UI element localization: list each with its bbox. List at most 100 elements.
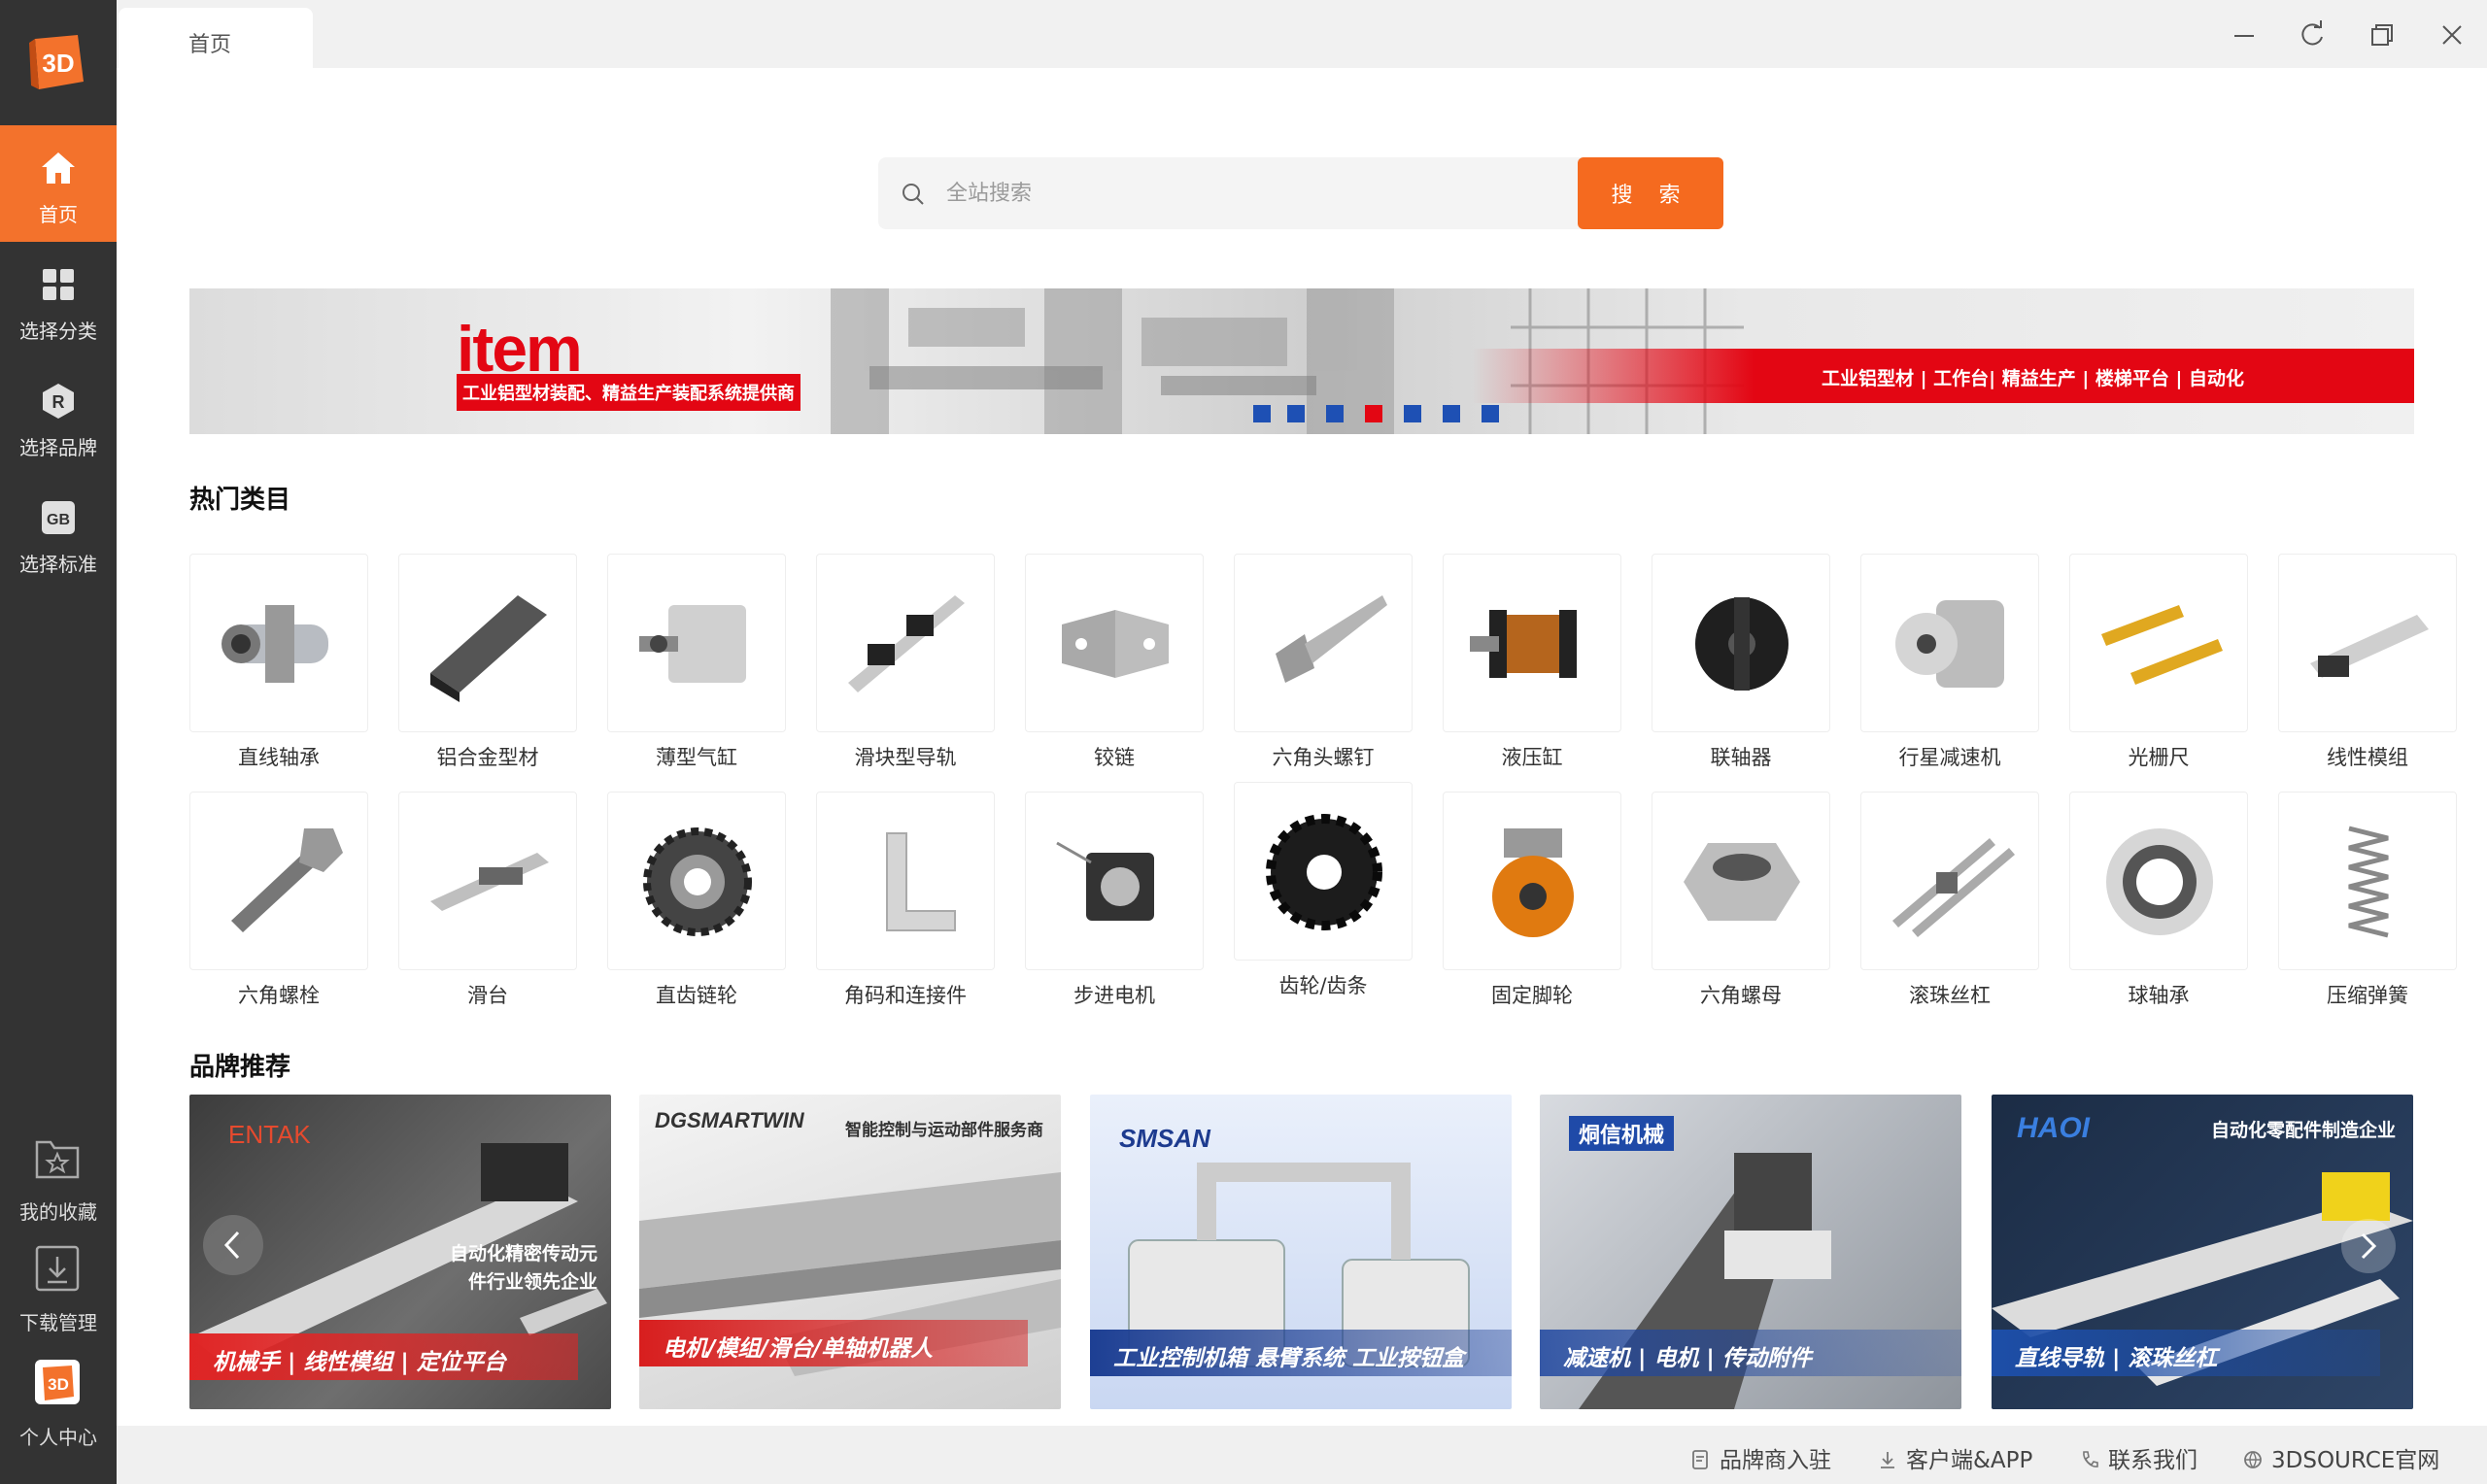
hydraulic-cylinder-icon bbox=[1470, 610, 1577, 678]
hot-categories-title: 热门类目 bbox=[189, 486, 291, 515]
brand-slogan: 自动化精密传动元件行业领先企业 bbox=[449, 1243, 597, 1293]
category-thumbnail bbox=[2069, 554, 2248, 732]
category-card[interactable]: 角码和连接件 bbox=[816, 792, 995, 1009]
sidebar-profile[interactable]: 3D 个人中心 bbox=[0, 1358, 117, 1465]
footer-link-brand-join[interactable]: 品牌商入驻 bbox=[1690, 1441, 1831, 1474]
footer-bar: 品牌商入驻 客户端&APP 联系我们 3DSOURCE官网 bbox=[117, 1426, 2487, 1484]
category-label: 光栅尺 bbox=[2128, 746, 2190, 769]
category-card[interactable]: 固定脚轮 bbox=[1443, 792, 1621, 1009]
brand-name: 烔信机械 bbox=[1569, 1116, 1675, 1151]
title-bar: 首页 bbox=[117, 0, 2487, 68]
category-card[interactable]: 球轴承 bbox=[2069, 792, 2248, 1009]
sidebar-item-label: 首页 bbox=[39, 203, 78, 226]
category-card[interactable]: 薄型气缸 bbox=[607, 554, 786, 771]
category-label: 六角螺母 bbox=[1700, 984, 1782, 1007]
category-card[interactable]: 联轴器 bbox=[1652, 554, 1830, 771]
brand-card-dgsmartwin[interactable]: DGSMARTWIN 智能控制与运动部件服务商 电机/模组/滑台/单轴机器人 bbox=[639, 1095, 1061, 1409]
brand-tag: 智能控制与运动部件服务商 bbox=[845, 1121, 1043, 1140]
coupling-icon bbox=[1695, 597, 1789, 691]
favorites-label: 我的收藏 bbox=[19, 1200, 97, 1224]
download-icon bbox=[35, 1245, 80, 1292]
refresh-icon[interactable] bbox=[2291, 14, 2334, 56]
banner-subtitle: 工业铝型材装配、精益生产装配系统提供商 bbox=[457, 374, 801, 411]
aluminum-profile-icon bbox=[430, 595, 547, 702]
sidebar-item-home[interactable]: 首页 bbox=[0, 125, 117, 242]
category-card[interactable]: 光栅尺 bbox=[2069, 554, 2248, 771]
category-label: 球轴承 bbox=[2128, 984, 2190, 1007]
category-card[interactable]: 压缩弹簧 bbox=[2278, 792, 2457, 1009]
category-thumbnail bbox=[1234, 554, 1413, 732]
category-thumbnail bbox=[2278, 792, 2457, 970]
category-thumbnail bbox=[1443, 554, 1621, 732]
category-thumbnail bbox=[2069, 792, 2248, 970]
linear-module-icon bbox=[2310, 615, 2429, 678]
category-thumbnail bbox=[816, 554, 995, 732]
linear-guide-icon bbox=[848, 595, 965, 692]
category-card[interactable]: 滑台 bbox=[398, 792, 577, 1009]
downloads-label: 下载管理 bbox=[19, 1311, 97, 1334]
category-label: 铝合金型材 bbox=[436, 746, 539, 769]
category-card[interactable]: 六角螺栓 bbox=[189, 792, 368, 1009]
category-card[interactable]: 线性模组 bbox=[2278, 554, 2457, 771]
category-thumbnail bbox=[189, 792, 368, 970]
brand-card-tongxin[interactable]: 烔信机械 减速机 | 电机 | 传动附件 bbox=[1540, 1095, 1961, 1409]
category-thumbnail bbox=[189, 554, 368, 732]
category-card[interactable]: 铰链 bbox=[1025, 554, 1204, 771]
brand-strip: 工业控制机箱 悬臂系统 工业按钮盒 bbox=[1090, 1330, 1512, 1376]
profile-3d-icon: 3D bbox=[35, 1360, 80, 1404]
category-label: 齿轮/齿条 bbox=[1278, 974, 1368, 997]
brand-card-smsan[interactable]: SMSAN 工业控制机箱 悬臂系统 工业按钮盒 bbox=[1090, 1095, 1512, 1409]
sidebar-favorites[interactable]: 我的收藏 bbox=[0, 1132, 117, 1239]
category-card[interactable]: 齿轮/齿条 bbox=[1234, 782, 1413, 999]
category-card[interactable]: 六角头螺钉 bbox=[1234, 554, 1413, 771]
footer-link-contact[interactable]: 联系我们 bbox=[2079, 1441, 2197, 1474]
category-label: 压缩弹簧 bbox=[2327, 984, 2408, 1007]
tab-home[interactable]: 首页 bbox=[119, 8, 313, 68]
category-card[interactable]: 六角螺母 bbox=[1652, 792, 1830, 1009]
category-card[interactable]: 直线轴承 bbox=[189, 554, 368, 771]
banner-tagline: 工业铝型材 | 工作台| 精益生产 | 楼梯平台 | 自动化 bbox=[1472, 349, 2414, 403]
category-thumbnail bbox=[1443, 792, 1621, 970]
search-input[interactable] bbox=[946, 157, 1471, 229]
carousel-next-button[interactable] bbox=[2341, 1219, 2396, 1273]
fixed-caster-icon bbox=[1492, 828, 1574, 937]
globe-icon bbox=[2244, 1451, 2262, 1469]
minimize-icon[interactable] bbox=[2223, 14, 2266, 56]
brand-strip: 机械手 | 线性模组 | 定位平台 bbox=[189, 1333, 578, 1380]
category-thumbnail bbox=[816, 792, 995, 970]
sidebar-item-categories[interactable]: 选择分类 bbox=[0, 242, 117, 358]
app-logo[interactable]: 3D bbox=[27, 33, 87, 93]
hex-bolt-icon bbox=[231, 828, 343, 932]
category-card[interactable]: 铝合金型材 bbox=[398, 554, 577, 771]
close-icon[interactable] bbox=[2431, 14, 2473, 56]
category-card[interactable]: 步进电机 bbox=[1025, 792, 1204, 1009]
category-card[interactable]: 滑块型导轨 bbox=[816, 554, 995, 771]
category-card[interactable]: 液压缸 bbox=[1443, 554, 1621, 771]
category-label: 滑台 bbox=[467, 984, 508, 1007]
restore-icon[interactable] bbox=[2361, 14, 2403, 56]
carousel-prev-button[interactable] bbox=[203, 1215, 263, 1275]
planetary-reducer-icon bbox=[1895, 600, 2004, 688]
hex-nut-icon bbox=[1684, 843, 1800, 921]
category-card[interactable]: 行星减速机 bbox=[1860, 554, 2039, 771]
sidebar-item-brands[interactable]: R 选择品牌 bbox=[0, 358, 117, 475]
category-card[interactable]: 直齿链轮 bbox=[607, 792, 786, 1009]
category-label: 固定脚轮 bbox=[1491, 984, 1573, 1007]
footer-link-official-site[interactable]: 3DSOURCE官网 bbox=[2242, 1441, 2439, 1474]
sidebar-item-standards[interactable]: GB 选择标准 bbox=[0, 475, 117, 591]
promo-banner[interactable]: item 工业铝型材装配、精益生产装配系统提供商 工业铝型材 | 工作台| 精益… bbox=[189, 288, 2414, 434]
grid-icon bbox=[43, 269, 74, 300]
category-thumbnail bbox=[1234, 782, 1413, 961]
category-label: 步进电机 bbox=[1073, 984, 1155, 1007]
sidebar-item-label: 选择标准 bbox=[19, 553, 97, 576]
category-label: 液压缸 bbox=[1501, 746, 1563, 769]
sidebar: 3D 首页 选择分类 R 选择品牌 GB 选择标准 我的收藏 下载管理 3D 个… bbox=[0, 0, 117, 1484]
category-card[interactable]: 滚珠丝杠 bbox=[1860, 792, 2039, 1009]
category-label: 角码和连接件 bbox=[844, 984, 967, 1007]
footer-link-client-app[interactable]: 客户端&APP bbox=[1877, 1441, 2032, 1474]
category-thumbnail bbox=[1652, 554, 1830, 732]
svg-text:3D: 3D bbox=[42, 49, 74, 78]
search-button[interactable]: 搜 索 bbox=[1578, 157, 1723, 229]
sidebar-downloads[interactable]: 下载管理 bbox=[0, 1243, 117, 1350]
footer-link-label: 联系我们 bbox=[2108, 1448, 2197, 1473]
